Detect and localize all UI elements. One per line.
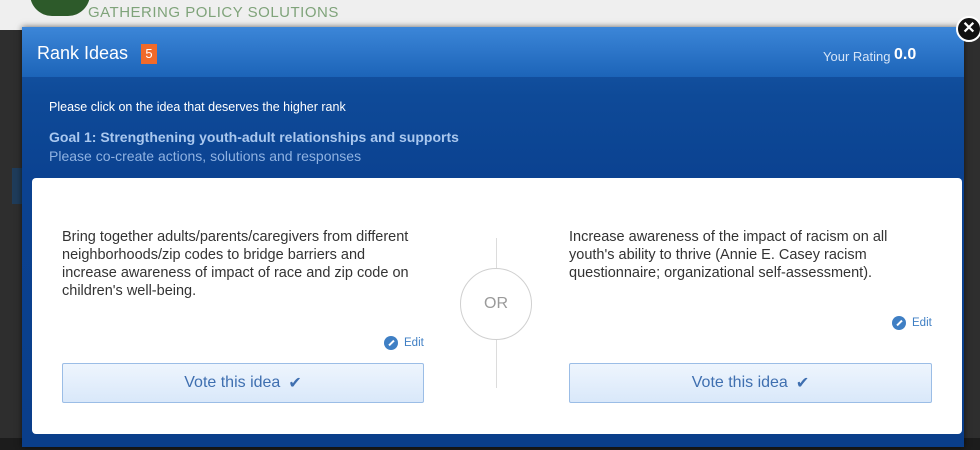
idea-text-left[interactable]: Bring together adults/parents/caregivers… xyxy=(62,228,422,300)
edit-link-right[interactable]: Edit xyxy=(892,316,932,330)
check-icon: ✔ xyxy=(795,375,810,392)
rating-value: 0.0 xyxy=(894,46,917,63)
goal-subtitle: Please co-create actions, solutions and … xyxy=(49,148,362,164)
or-separator: OR xyxy=(460,268,532,340)
modal-title: Rank Ideas xyxy=(37,43,129,63)
site-logo xyxy=(30,0,90,16)
idea-comparison-panel: Bring together adults/parents/caregivers… xyxy=(32,178,962,434)
vote-button-left[interactable]: Vote this idea ✔ xyxy=(62,363,424,403)
modal-header: Rank Ideas 5 Your Rating 0.0 xyxy=(22,27,964,77)
count-badge: 5 xyxy=(141,44,157,64)
rank-ideas-modal: Rank Ideas 5 Your Rating 0.0 Please clic… xyxy=(22,27,964,447)
edit-label: Edit xyxy=(404,337,424,349)
close-modal-button[interactable]: ✕ xyxy=(956,16,980,42)
site-name: GATHERING POLICY SOLUTIONS xyxy=(88,4,339,21)
close-icon: ✕ xyxy=(962,20,976,37)
goal-title: Goal 1: Strengthening youth-adult relati… xyxy=(49,129,459,145)
site-header: GATHERING POLICY SOLUTIONS xyxy=(0,0,980,30)
edit-label: Edit xyxy=(912,317,932,329)
rating-label: Your Rating xyxy=(823,49,891,64)
pencil-icon xyxy=(892,316,906,330)
instruction-text: Please click on the idea that deserves t… xyxy=(49,100,346,114)
vote-button-right[interactable]: Vote this idea ✔ xyxy=(569,363,932,403)
check-icon: ✔ xyxy=(288,375,302,392)
vote-button-label: Vote this idea xyxy=(184,374,281,391)
edit-link-left[interactable]: Edit xyxy=(384,336,424,350)
idea-text-right[interactable]: Increase awareness of the impact of raci… xyxy=(569,228,934,282)
vote-button-label: Vote this idea xyxy=(691,374,788,391)
pencil-icon xyxy=(384,336,398,350)
